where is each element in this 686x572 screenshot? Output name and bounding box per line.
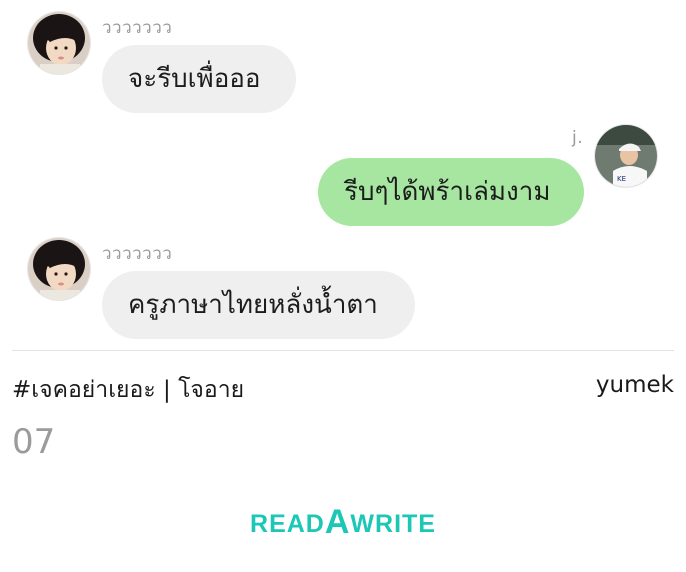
- author-name[interactable]: yumek: [596, 372, 674, 398]
- message-bubble-outgoing[interactable]: รีบๆได้พร้าเล่มงาม: [318, 158, 584, 226]
- message-bubble-incoming[interactable]: จะรีบเพื่อออ: [102, 45, 296, 113]
- readawrite-logo[interactable]: READAWRITE: [0, 502, 686, 541]
- logo-text-a: A: [324, 503, 351, 541]
- svg-text:KE: KE: [617, 175, 626, 183]
- player-avatar-image: KE: [595, 125, 657, 187]
- logo-text-write: WRITE: [350, 510, 436, 538]
- message-bubble-incoming[interactable]: ครูภาษาไทยหลั่งน้ำตา: [102, 271, 415, 339]
- avatar-baby[interactable]: [28, 12, 90, 74]
- sender-name: ววววววว: [102, 18, 173, 38]
- divider: [12, 350, 674, 351]
- sender-name: j.: [572, 128, 584, 148]
- avatar-baby[interactable]: [28, 238, 90, 300]
- avatar-player[interactable]: KE: [595, 125, 657, 187]
- sender-name: ววววววว: [102, 244, 173, 264]
- chapter-number: 07: [12, 422, 56, 462]
- baby-avatar-image: [28, 238, 90, 300]
- logo-text-read: READ: [250, 510, 325, 538]
- baby-avatar-image: [28, 12, 90, 74]
- story-title[interactable]: #เจคอย่าเยอะ | โจอาย: [12, 372, 244, 408]
